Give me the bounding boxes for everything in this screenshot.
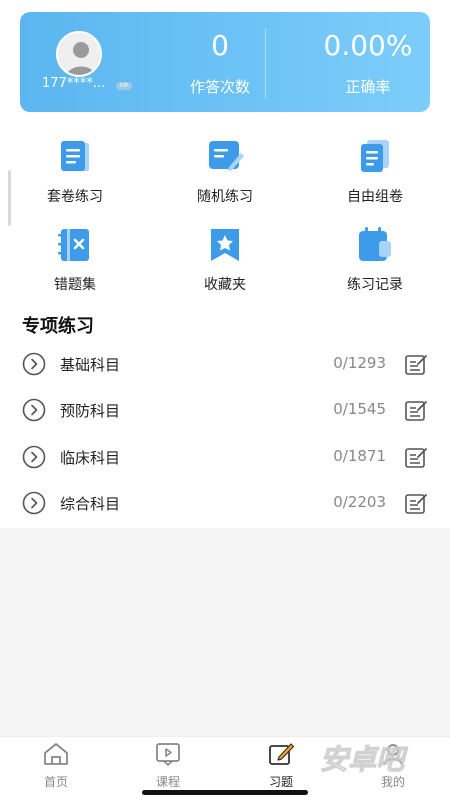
tab-courses[interactable]: 课程 xyxy=(138,741,198,790)
subject-row[interactable]: 基础科目 0/1293 xyxy=(0,342,450,388)
pen-edit-icon xyxy=(269,743,295,765)
grid-item-random-practice[interactable]: 随机练习 xyxy=(165,137,285,206)
subject-row[interactable]: 综合科目 0/2203 xyxy=(0,481,450,527)
watermark-text: 安卓吧 xyxy=(320,743,408,776)
grid-item-free-compose[interactable]: 自由组卷 xyxy=(315,137,435,206)
tab-label: 习题 xyxy=(268,775,293,789)
subject-name: 基础科目 xyxy=(60,356,121,374)
grid-label: 随机练习 xyxy=(197,189,253,205)
profile-banner: 177****... VIP 0 作答次数 0.00% 正确率 xyxy=(20,12,430,112)
subject-row[interactable]: 预防科目 0/1545 xyxy=(0,388,450,434)
section-title: 专项练习 xyxy=(22,316,94,337)
chevron-circle-icon xyxy=(22,352,46,376)
calendar-record-icon xyxy=(359,227,391,261)
tab-label: 首页 xyxy=(43,775,68,789)
user-phone: 177****... xyxy=(42,76,106,91)
home-icon xyxy=(44,743,68,765)
subject-name: 预防科目 xyxy=(60,402,121,420)
answer-count-label: 作答次数 xyxy=(189,78,250,96)
accuracy-stat: 0.00% 正确率 xyxy=(308,26,428,97)
subject-row[interactable]: 临床科目 0/1871 xyxy=(0,435,450,481)
grid-label: 练习记录 xyxy=(347,277,403,293)
accuracy-label: 正确率 xyxy=(345,78,391,96)
answer-count-stat: 0 作答次数 xyxy=(160,26,280,97)
star-bookmark-icon xyxy=(211,229,239,261)
grid-item-paper-practice[interactable]: 套卷练习 xyxy=(15,137,135,206)
answer-count-value: 0 xyxy=(211,29,229,62)
stacked-paper-icon xyxy=(361,140,389,172)
grid-label: 收藏夹 xyxy=(204,277,246,293)
subject-progress: 0/1545 xyxy=(333,400,386,418)
watermark-logo: 安卓吧 xyxy=(320,743,409,777)
subject-progress: 0/1293 xyxy=(333,354,386,372)
subject-progress: 0/1871 xyxy=(333,447,386,465)
subject-name: 临床科目 xyxy=(60,449,121,467)
avatar-person-icon xyxy=(58,33,100,75)
paper-scroll-icon xyxy=(61,141,89,171)
grid-label: 自由组卷 xyxy=(347,189,403,205)
grid-item-wrong-questions[interactable]: 错题集 xyxy=(15,225,135,294)
random-edit-icon xyxy=(209,141,244,171)
subject-name: 综合科目 xyxy=(60,495,121,513)
grid-label: 套卷练习 xyxy=(47,189,103,205)
chevron-circle-icon xyxy=(22,398,46,422)
edit-icon[interactable] xyxy=(404,445,428,469)
accuracy-value: 0.00% xyxy=(323,29,413,62)
grid-item-favorites[interactable]: 收藏夹 xyxy=(165,225,285,294)
chevron-circle-icon xyxy=(22,445,46,469)
tab-exercises[interactable]: 习题 xyxy=(251,741,311,790)
edit-icon[interactable] xyxy=(404,491,428,515)
stat-divider xyxy=(265,28,266,98)
grid-item-practice-record[interactable]: 练习记录 xyxy=(315,225,435,294)
main-content: 177****... VIP 0 作答次数 0.00% 正确率 套卷练习 随机练… xyxy=(0,0,450,528)
scroll-indicator xyxy=(8,170,11,226)
vip-badge: VIP xyxy=(116,82,132,90)
video-book-icon xyxy=(156,743,180,767)
subject-progress: 0/2203 xyxy=(333,493,386,511)
chevron-circle-icon xyxy=(22,491,46,515)
tab-label: 课程 xyxy=(155,775,180,789)
avatar[interactable] xyxy=(56,31,102,77)
grid-label: 错题集 xyxy=(54,277,96,293)
wrong-notebook-icon xyxy=(58,229,89,261)
tab-home[interactable]: 首页 xyxy=(26,741,86,790)
edit-icon[interactable] xyxy=(404,352,428,376)
home-indicator xyxy=(142,790,308,795)
edit-icon[interactable] xyxy=(404,398,428,422)
